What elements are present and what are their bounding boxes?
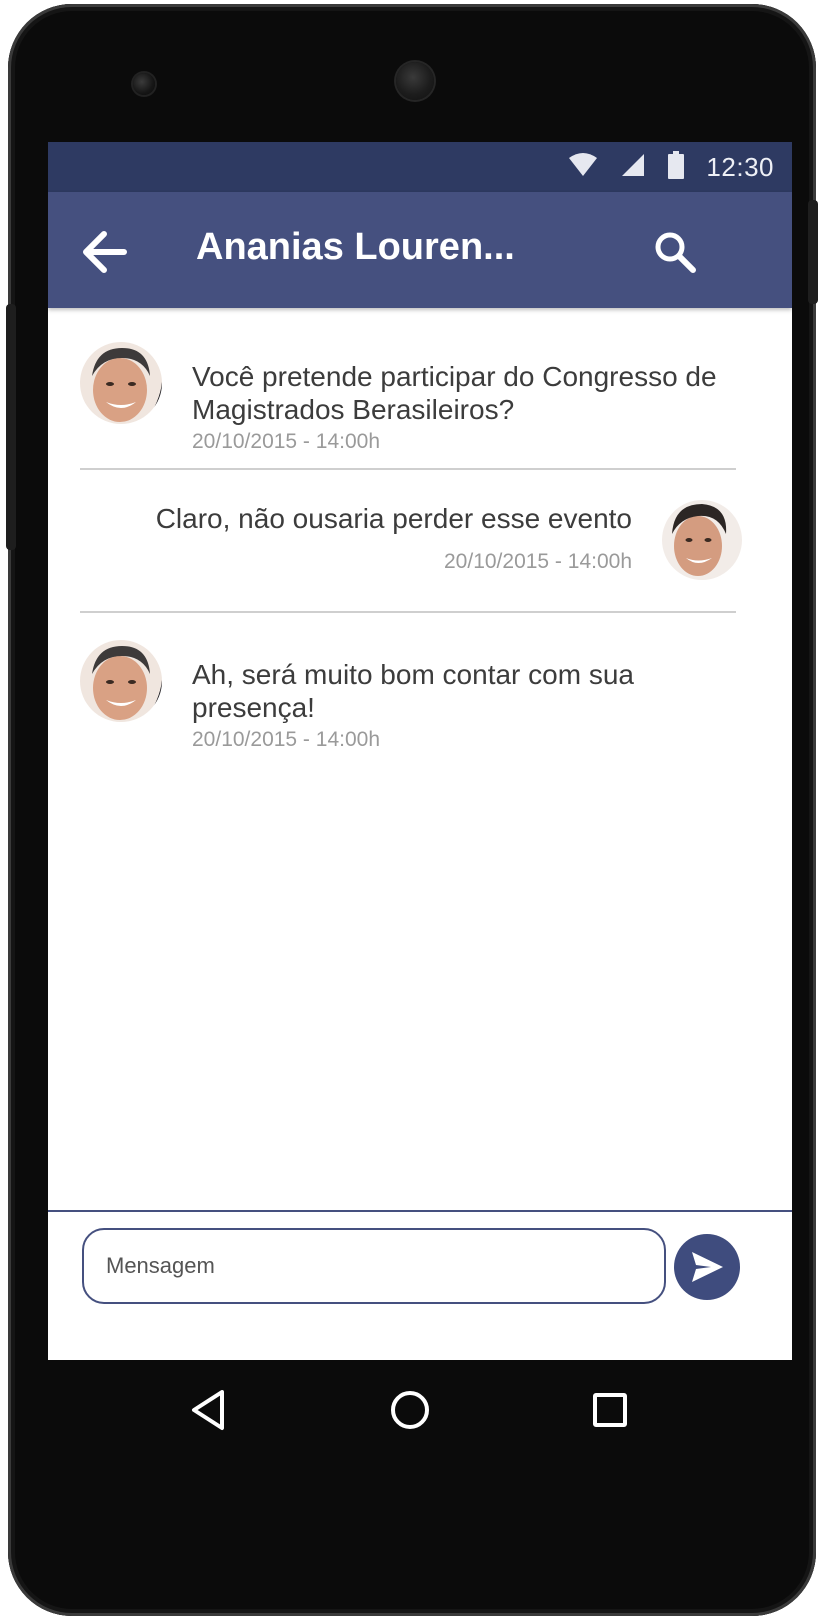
search-icon [655,232,696,273]
phone-screen: 12:30 Ananias Louren... Você pretende pa… [48,142,792,1360]
front-camera [133,73,155,95]
back-button[interactable] [78,224,134,280]
battery-icon [668,150,685,184]
message-timestamp: 20/10/2015 - 14:00h [192,430,380,453]
phone-frame: 12:30 Ananias Louren... Você pretende pa… [6,4,818,1616]
message-composer [48,1210,792,1360]
status-time: 12:30 [706,151,774,182]
message-timestamp: 20/10/2015 - 14:00h [192,728,380,751]
search-button[interactable] [651,228,701,278]
signal-icon [620,153,646,182]
nav-home-button[interactable] [386,1386,434,1434]
power-button [808,200,818,304]
message-timestamp: 20/10/2015 - 14:00h [444,550,632,573]
app-bar: Ananias Louren... [48,192,792,308]
send-icon [692,1252,723,1282]
user-avatar [662,500,742,580]
conversation-title: Ananias Louren... [196,226,515,268]
nav-recents-button[interactable] [586,1386,634,1434]
message-text: Claro, não ousaria perder esse evento [155,503,632,534]
contact-avatar [80,342,162,424]
earpiece-speaker [396,62,434,100]
system-nav-bar [48,1360,792,1460]
nav-back-button[interactable] [186,1386,234,1434]
arrow-left-icon [83,231,127,273]
message-divider [80,611,736,613]
contact-avatar [80,640,162,722]
send-button[interactable] [674,1234,740,1300]
message-text: Você pretende participar do Congresso de… [192,361,717,425]
volume-button [6,304,16,550]
message-input[interactable] [82,1228,666,1304]
wifi-icon [568,152,598,182]
status-bar: 12:30 [48,142,792,192]
home-circle-icon [391,1391,429,1429]
message-text: Ah, será muito bom contar com sua presen… [192,659,634,723]
back-triangle-icon [192,1390,224,1430]
message-divider [80,468,736,470]
status-icons: 12:30 [568,142,774,192]
recents-square-icon [593,1393,627,1427]
